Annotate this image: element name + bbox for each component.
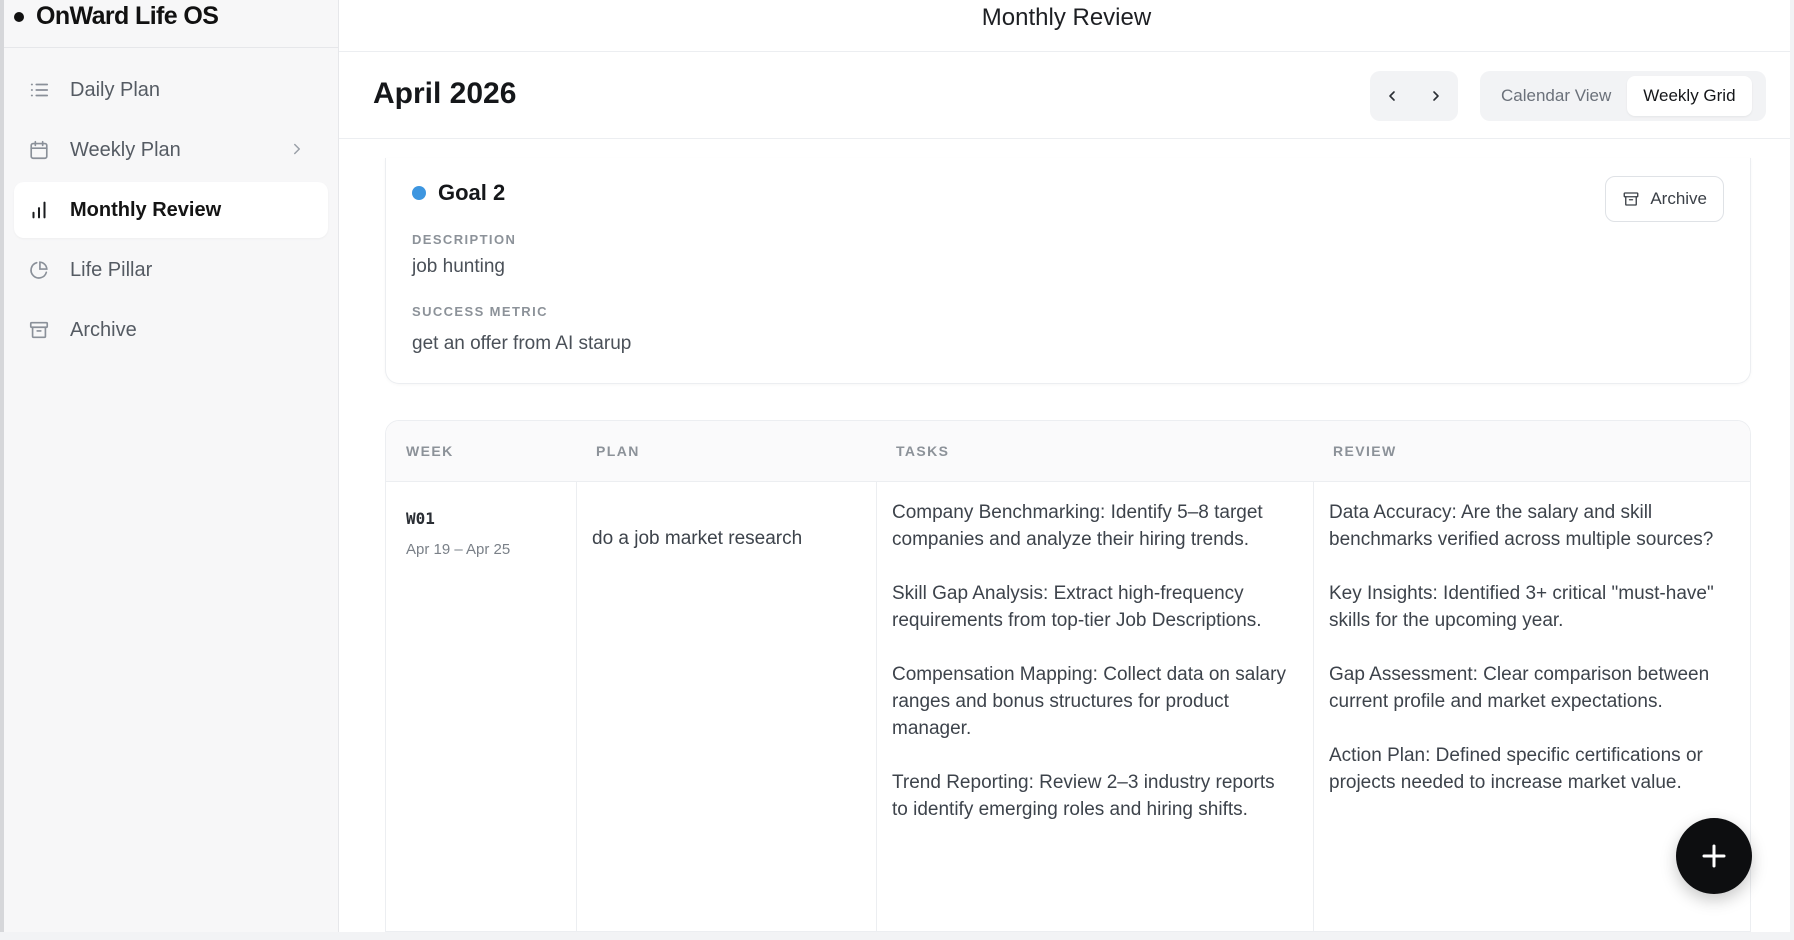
brand-dot <box>14 11 24 22</box>
view-toggle: Calendar View Weekly Grid <box>1480 71 1766 121</box>
week-range: Apr 19 – Apr 25 <box>406 541 511 558</box>
archive-button-label: Archive <box>1650 189 1707 208</box>
week-code: W01 <box>406 509 435 528</box>
month-pager <box>1370 71 1458 121</box>
task-item: Skill Gap Analysis: Extract high-frequen… <box>892 583 1262 631</box>
review-cell[interactable]: Data Accuracy: Are the salary and skill … <box>1329 499 1724 823</box>
week-cell: W01 Apr 19 – Apr 25 <box>406 505 510 563</box>
sidebar-item-weekly-plan[interactable]: Weekly Plan <box>14 122 328 178</box>
chevron-right-icon[interactable] <box>288 140 306 158</box>
goal-card: Goal 2 Archive DESCRIPTION job hunting S… <box>385 158 1751 384</box>
weekly-grid-table: WEEK PLAN TASKS REVIEW W01 Apr 19 – Apr … <box>385 420 1751 932</box>
app-title: OnWard Life OS <box>36 2 219 30</box>
column-divider <box>876 481 877 931</box>
review-item: Action Plan: Defined specific certificat… <box>1329 745 1703 793</box>
main-content: Monthly Review April 2026 Calendar View … <box>339 0 1794 932</box>
goal-header: Goal 2 <box>412 180 505 206</box>
chevron-left-icon <box>1389 91 1395 101</box>
column-header-week: WEEK <box>406 443 454 459</box>
sidebar-item-label: Weekly Plan <box>70 138 181 161</box>
top-bar: Monthly Review <box>339 0 1794 52</box>
task-item: Trend Reporting: Review 2–3 industry rep… <box>892 772 1275 820</box>
description-value: job hunting <box>412 256 505 277</box>
window-right-edge <box>1790 0 1794 940</box>
sidebar: OnWard Life OS Daily Plan Weekly Plan Mo… <box>0 0 339 932</box>
review-item: Data Accuracy: Are the salary and skill … <box>1329 502 1714 550</box>
bar-chart-icon <box>28 199 50 221</box>
column-header-tasks: TASKS <box>896 443 950 459</box>
column-header-review: REVIEW <box>1333 443 1397 459</box>
next-month-button[interactable] <box>1421 81 1451 111</box>
task-item: Company Benchmarking: Identify 5–8 targe… <box>892 502 1263 550</box>
page-title: Monthly Review <box>981 3 1152 31</box>
archive-icon <box>28 319 50 341</box>
table-header: WEEK PLAN TASKS REVIEW <box>386 421 1750 482</box>
column-divider <box>576 481 577 931</box>
sidebar-item-label: Daily Plan <box>70 78 161 101</box>
weekly-grid-tab[interactable]: Weekly Grid <box>1627 76 1752 116</box>
brand: OnWard Life OS <box>4 0 338 48</box>
sidebar-item-daily-plan[interactable]: Daily Plan <box>14 62 328 118</box>
sidebar-item-monthly-review[interactable]: Monthly Review <box>14 182 328 238</box>
goal-color-dot <box>412 186 426 200</box>
tasks-cell[interactable]: Company Benchmarking: Identify 5–8 targe… <box>892 499 1292 850</box>
success-metric-value: get an offer from AI starup <box>412 333 632 354</box>
description-label: DESCRIPTION <box>412 232 517 247</box>
column-divider <box>1313 481 1314 931</box>
chevron-right-icon <box>1433 91 1439 101</box>
archive-icon <box>1623 192 1639 206</box>
archive-goal-button[interactable]: Archive <box>1605 176 1724 222</box>
calendar-view-tab[interactable]: Calendar View <box>1485 76 1627 116</box>
success-metric-label: SUCCESS METRIC <box>412 304 548 319</box>
month-title: April 2026 <box>373 77 517 110</box>
window-bottom-edge <box>0 932 1794 940</box>
task-item: Compensation Mapping: Collect data on sa… <box>892 664 1286 739</box>
prev-month-button[interactable] <box>1377 81 1407 111</box>
plan-cell[interactable]: do a job market research <box>592 525 862 552</box>
goal-title: Goal 2 <box>438 180 506 205</box>
plus-icon <box>1702 844 1726 868</box>
calendar-icon <box>28 139 50 161</box>
sidebar-item-archive[interactable]: Archive <box>14 302 328 358</box>
review-item: Gap Assessment: Clear comparison between… <box>1329 664 1710 712</box>
column-header-plan: PLAN <box>596 443 640 459</box>
sidebar-nav: Daily Plan Weekly Plan Monthly Review Li… <box>4 48 338 376</box>
list-icon <box>28 79 50 101</box>
add-button[interactable] <box>1676 818 1752 894</box>
pie-icon <box>28 259 50 281</box>
sidebar-item-label: Archive <box>70 318 137 341</box>
month-header: April 2026 Calendar View Weekly Grid <box>339 52 1794 139</box>
sidebar-item-label: Life Pillar <box>70 258 153 281</box>
sidebar-item-life-pillar[interactable]: Life Pillar <box>14 242 328 298</box>
sidebar-item-label: Monthly Review <box>70 198 222 221</box>
review-item: Key Insights: Identified 3+ critical "mu… <box>1329 583 1714 631</box>
